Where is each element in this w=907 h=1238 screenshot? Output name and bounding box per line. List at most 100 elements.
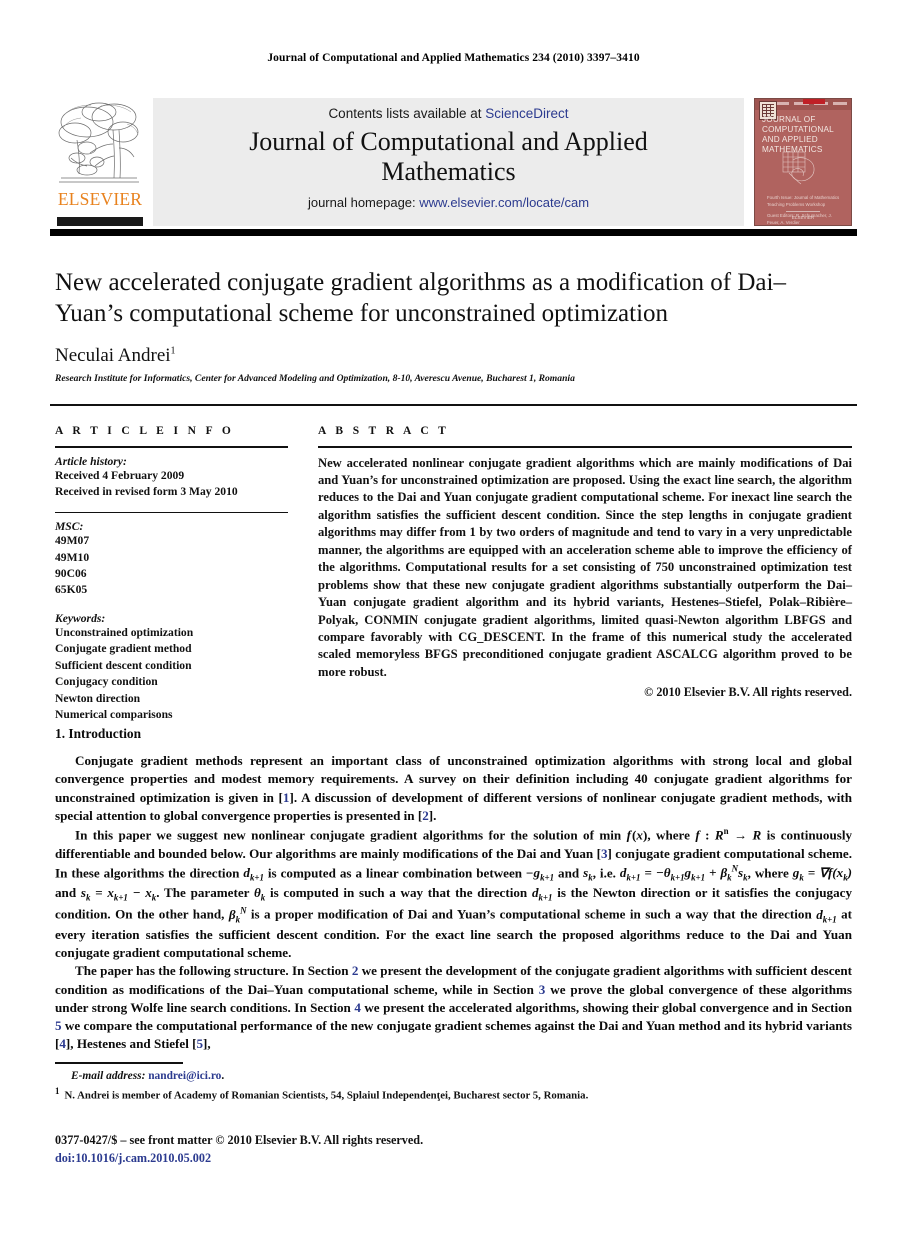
p2-text-j: . The parameter <box>156 885 250 901</box>
homepage-prefix: journal homepage: <box>307 195 420 211</box>
journal-cover-thumbnail: JOURNAL OF COMPUTATIONAL AND APPLIED MAT… <box>754 98 852 226</box>
cover-artwork-icon <box>782 151 815 185</box>
article-history-label: Article history: <box>55 454 127 468</box>
info-and-abstract-region: A R T I C L E I N F O Article history: R… <box>55 425 852 726</box>
section-heading-introduction: 1. Introduction <box>55 726 142 741</box>
body-paragraph-2: In this paper we suggest new nonlinear c… <box>55 826 853 961</box>
running-head: Journal of Computational and Applied Mat… <box>267 52 640 64</box>
keyword-item: Conjugate gradient method <box>55 642 192 656</box>
footnote-note-text: N. Andrei is member of Academy of Romani… <box>64 1089 589 1102</box>
keywords-label: Keywords: <box>55 611 106 625</box>
email-label: E-mail address: <box>71 1069 146 1082</box>
p3-text-f: ], Hestenes and Stiefel [ <box>65 1036 197 1052</box>
article-body: 1. Introduction Conjugate gradient metho… <box>55 726 852 1054</box>
cover-title: JOURNAL OF COMPUTATIONAL AND APPLIED MAT… <box>762 115 834 154</box>
msc-code: 65K05 <box>55 583 88 597</box>
elsevier-tree-icon <box>58 102 139 183</box>
body-paragraph-3: The paper has the following structure. I… <box>55 962 852 1053</box>
email-suffix: . <box>221 1069 225 1082</box>
keywords-block: Keywords: Unconstrained optimization Con… <box>55 612 288 724</box>
author-footnote-mark[interactable]: 1 <box>171 346 176 357</box>
abstract-heading: A B S T R A C T <box>318 425 450 437</box>
math-sk: sk <box>583 865 593 883</box>
p3-text-d: we present the accelerated algorithms, s… <box>360 999 852 1015</box>
cover-caption-line-1: Fourth Issue: Journal of Mathematics Tea… <box>767 195 840 207</box>
msc-code: 49M10 <box>55 550 90 564</box>
math-beta-kN: βkN <box>228 905 247 925</box>
p1-text-c: ]. <box>428 807 437 823</box>
p2-text-m: is a proper modification of Dai and Yuan… <box>250 906 812 922</box>
p2-text-a: In this paper we suggest new nonlinear c… <box>75 827 622 843</box>
math-direction-formula: dk+1 = −θk+1gk+1 + βkNsk <box>619 863 748 883</box>
article-info-column: A R T I C L E I N F O Article history: R… <box>55 425 288 726</box>
keyword-item: Conjugacy condition <box>55 675 158 689</box>
p3-text-g: ], <box>203 1036 211 1052</box>
article-info-rule-top <box>55 446 288 448</box>
article-history-item: Received in revised form 3 May 2010 <box>55 485 238 499</box>
imprint-block: 0377-0427/$ – see front matter © 2010 El… <box>55 1132 852 1167</box>
page-title: New accelerated conjugate gradient algor… <box>55 269 786 327</box>
abstract-column: A B S T R A C T New accelerated nonlinea… <box>318 425 852 726</box>
footnote-area: E-mail address: nandrei@ici.ro. 1 N. Andr… <box>55 1062 852 1101</box>
cover-footer-rule <box>786 210 820 212</box>
elsevier-bar <box>57 217 143 226</box>
math-gk-def: gk = ∇f(xk) <box>792 865 853 883</box>
math-dk1-c: dk+1 <box>816 906 837 925</box>
msc-block: MSC: 49M07 49M10 90C06 65K05 <box>55 520 288 599</box>
cover-footer: ELSEVIER <box>755 210 851 221</box>
masthead-center-panel: Contents lists available at ScienceDirec… <box>153 98 744 226</box>
abstract-text: New accelerated nonlinear conjugate grad… <box>318 455 852 679</box>
journal-homepage-line: journal homepage: www.elsevier.com/locat… <box>308 195 589 210</box>
abstract-copyright: © 2010 Elsevier B.V. All rights reserved… <box>644 685 852 700</box>
author-affiliation: Research Institute for Informatics, Cent… <box>55 373 575 384</box>
article-history-block: Article history: Received 4 February 200… <box>55 455 288 501</box>
math-gk1: gk+1 <box>533 865 555 883</box>
journal-masthead: ELSEVIER Contents lists available at Sci… <box>55 98 852 226</box>
cover-topbar-accent <box>803 99 825 104</box>
keyword-item: Unconstrained optimization <box>55 625 194 639</box>
msc-code: 90C06 <box>55 567 87 580</box>
column-gap <box>288 425 318 726</box>
msc-code: 49M07 <box>55 534 90 548</box>
author-label: Neculai Andrei <box>55 345 171 366</box>
contents-prefix: Contents lists available at <box>328 106 486 121</box>
footnote-note: 1 N. Andrei is member of Academy of Roman… <box>55 1086 852 1102</box>
math-theta-k: θk <box>253 885 266 903</box>
keyword-item: Newton direction <box>55 691 141 705</box>
math-f-of-x: f <box>626 827 631 843</box>
journal-title: Journal of Computational and Applied Mat… <box>249 127 648 186</box>
footnote-rule <box>55 1062 183 1064</box>
math-dk1: dk+1 <box>243 865 264 883</box>
masthead-bottom-rule <box>50 229 857 236</box>
cover-publisher-wordmark: ELSEVIER <box>791 214 815 220</box>
email-link[interactable]: nandrei@ici.ro <box>148 1070 221 1082</box>
math-dk1-b: dk+1 <box>531 885 553 903</box>
article-info-rule-mid <box>55 511 288 514</box>
p2-text-e: is computed as a linear combination betw… <box>267 865 523 881</box>
footnote-mark: 1 <box>55 1085 60 1096</box>
footnote-email-line: E-mail address: nandrei@ici.ro. <box>55 1070 852 1082</box>
p2-text-g: , i.e. <box>592 865 616 881</box>
p2-text-h: , where <box>747 865 789 881</box>
sciencedirect-link[interactable]: ScienceDirect <box>485 106 568 121</box>
contents-list-line: Contents lists available at ScienceDirec… <box>328 106 568 121</box>
keyword-item: Numerical comparisons <box>55 708 173 722</box>
abstract-rule <box>318 446 852 448</box>
p2-text-i: and <box>55 885 77 901</box>
journal-article-page: Journal of Computational and Applied Mat… <box>0 0 907 1238</box>
journal-homepage-link[interactable]: www.elsevier.com/locate/cam <box>419 195 589 210</box>
article-history-item: Received 4 February 2009 <box>55 468 185 482</box>
body-paragraph-1: Conjugate gradient methods represent an … <box>55 752 852 825</box>
author-name: Neculai Andrei1 <box>55 345 845 367</box>
title-bottom-rule <box>50 404 857 407</box>
doi-line[interactable]: doi:10.1016/j.cam.2010.05.002 <box>55 1150 852 1168</box>
p2-text-b: , where <box>647 827 690 843</box>
p2-text-f: and <box>558 865 580 881</box>
p2-text-k: is computed in such a way that the direc… <box>269 885 528 901</box>
elsevier-wordmark: ELSEVIER <box>57 189 143 209</box>
math-sk-def: sk = xk+1 − xk <box>80 885 157 903</box>
math-f-map: f <box>695 827 700 843</box>
issn-front-matter-line: 0377-0427/$ – see front matter © 2010 El… <box>55 1133 424 1147</box>
keyword-item: Sufficient descent condition <box>55 658 192 672</box>
